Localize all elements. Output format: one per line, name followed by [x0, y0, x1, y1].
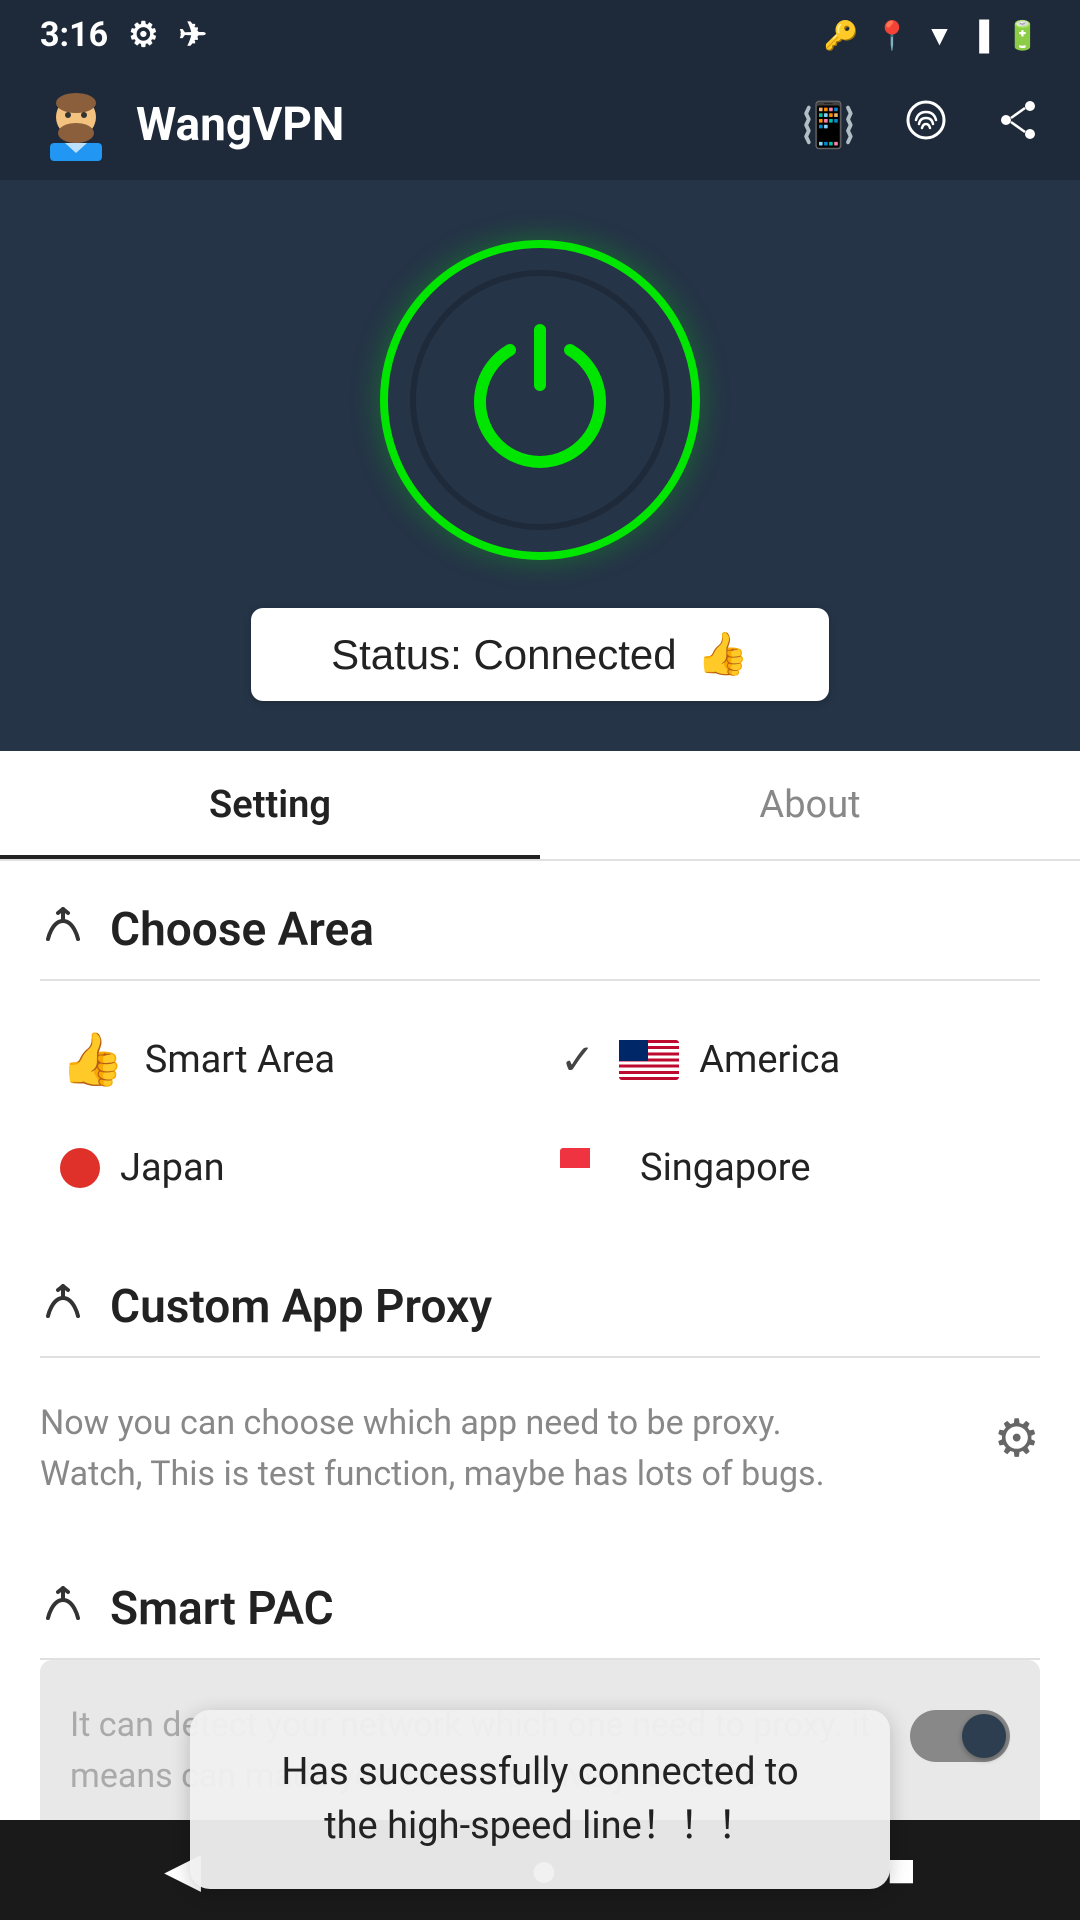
smart-pac-toggle[interactable] [910, 1710, 1010, 1762]
vibrate-icon[interactable]: 📳 [801, 99, 856, 151]
app-bar: WangVPN 📳 [0, 70, 1080, 180]
power-button[interactable] [380, 240, 700, 560]
power-icon [460, 320, 620, 480]
app-bar-right: 📳 [801, 98, 1040, 153]
share-icon[interactable] [996, 98, 1040, 153]
app-title: WangVPN [136, 98, 344, 152]
america-label: America [699, 1038, 840, 1082]
battery-icon: 🔋 [1005, 19, 1040, 52]
proxy-description: Now you can choose which app need to be … [40, 1398, 993, 1500]
smart-pac-header: Smart PAC [40, 1540, 1040, 1660]
area-item-america[interactable]: ✓ America [540, 1001, 1040, 1118]
smart-pac-toggle-container [910, 1710, 1010, 1762]
app-avatar [40, 89, 112, 161]
toast-notification: Has successfully connected to the high-s… [190, 1710, 890, 1889]
tabs: Setting About [0, 751, 1080, 861]
settings-icon: ⚙ [128, 15, 158, 55]
tab-about[interactable]: About [540, 751, 1080, 859]
proxy-gear-icon[interactable]: ⚙ [993, 1408, 1040, 1469]
key-icon: 🔑 [824, 19, 859, 52]
us-flag-icon [619, 1040, 679, 1080]
smart-area-icon: 👍 [60, 1029, 125, 1090]
choose-area-title: Choose Area [110, 903, 374, 957]
area-item-smart[interactable]: 👍 Smart Area [40, 1001, 540, 1118]
fingerprint-icon[interactable] [904, 98, 948, 153]
area-item-singapore[interactable]: Singapore [540, 1118, 1040, 1218]
smart-pac-title: Smart PAC [110, 1582, 334, 1636]
proxy-icon [40, 1278, 86, 1336]
tab-setting[interactable]: Setting [0, 751, 540, 859]
power-section: Status: Connected 👍 [0, 180, 1080, 751]
america-checkmark: ✓ [560, 1035, 595, 1085]
toast-message: Has successfully connected to the high-s… [281, 1750, 798, 1848]
app-bar-left: WangVPN [40, 89, 344, 161]
sg-flag-icon [560, 1148, 620, 1188]
status-bar-right: 🔑 📍 ▼ ▐ 🔋 [824, 19, 1040, 52]
thumb-up-icon: 👍 [697, 630, 749, 679]
area-item-japan[interactable]: Japan [40, 1118, 540, 1218]
choose-area-header: Choose Area [40, 861, 1040, 981]
status-text: Status: Connected [331, 631, 677, 679]
send-icon: ✈ [179, 15, 208, 55]
proxy-section-header: Custom App Proxy [40, 1238, 1040, 1358]
time-display: 3:16 [40, 15, 108, 55]
smart-pac-icon [40, 1580, 86, 1638]
proxy-content: Now you can choose which app need to be … [40, 1378, 1040, 1520]
singapore-label: Singapore [640, 1146, 810, 1190]
smart-area-label: Smart Area [145, 1038, 335, 1082]
status-bar: 3:16 ⚙ ✈ 🔑 📍 ▼ ▐ 🔋 [0, 0, 1080, 70]
proxy-title: Custom App Proxy [110, 1280, 492, 1334]
smart-pac-zone: Smart PAC It can detect your network whi… [40, 1540, 1040, 1842]
location-icon: 📍 [875, 19, 910, 52]
japan-dot-icon [60, 1148, 100, 1188]
power-button-inner [410, 270, 670, 530]
status-button[interactable]: Status: Connected 👍 [251, 608, 829, 701]
smart-pac-dim-overlay: It can detect your network which one nee… [40, 1660, 1040, 1842]
content: Choose Area 👍 Smart Area ✓ America Japan [0, 861, 1080, 1842]
wifi-icon: ▼ [926, 19, 954, 52]
proxy-section: Now you can choose which app need to be … [40, 1358, 1040, 1540]
signal-icon: ▐ [969, 19, 989, 52]
area-grid: 👍 Smart Area ✓ America Japan Singapore [40, 981, 1040, 1238]
toggle-knob [962, 1714, 1006, 1758]
status-bar-left: 3:16 ⚙ ✈ [40, 15, 207, 55]
choose-area-icon [40, 901, 86, 959]
japan-label: Japan [120, 1146, 225, 1190]
recents-button[interactable]: ■ [887, 1843, 916, 1898]
